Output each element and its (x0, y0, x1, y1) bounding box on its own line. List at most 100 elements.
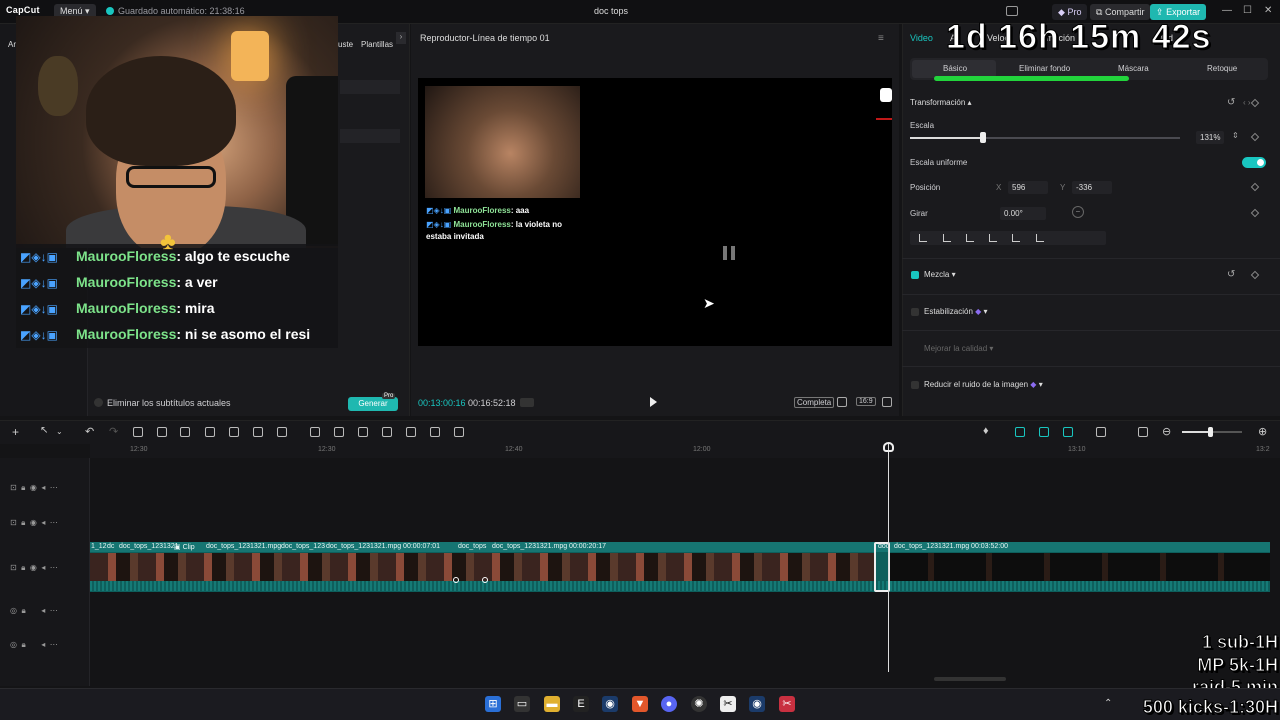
shield-icon[interactable] (229, 427, 239, 437)
subtab-mask[interactable]: Máscara (1118, 64, 1149, 73)
clip-label[interactable]: doc_tops_1231321 (119, 543, 179, 550)
more-icon[interactable]: ⋯ (50, 606, 58, 615)
select-tool-icon[interactable]: ↖ (40, 425, 48, 436)
align-bottom-icon[interactable] (1036, 234, 1044, 242)
lock-icon[interactable]: 🔒︎ (21, 640, 25, 649)
stepper-icon[interactable]: ⇕ (1232, 131, 1239, 140)
timeline-ruler[interactable] (90, 444, 1280, 458)
caption-track-icon[interactable] (1138, 427, 1148, 437)
clip-label[interactable]: dc (107, 543, 114, 550)
blend-checkbox[interactable] (911, 271, 919, 279)
windows-start-icon[interactable]: ⊞ (485, 696, 501, 712)
snipping-tool-icon[interactable]: ✂ (779, 696, 795, 712)
clip-label[interactable]: doc_tops_123 (281, 543, 325, 550)
scale-value[interactable]: 131% (1196, 131, 1225, 144)
transform-icon[interactable] (430, 427, 440, 437)
steam-2-icon[interactable]: ◉ (749, 696, 765, 712)
clip-label[interactable]: doc_tops_1231321.mpg 00:00:07:01 (326, 543, 440, 550)
brave-icon[interactable]: ▼ (632, 696, 648, 712)
collapse-panel-icon[interactable]: › (396, 32, 406, 44)
stabilize-title[interactable]: Estabilización ◆ ▾ (924, 307, 988, 316)
clip-label[interactable]: doc_tops (458, 543, 486, 550)
mirror-icon[interactable] (334, 427, 344, 437)
trim-right-icon[interactable] (180, 427, 190, 437)
layout-icon[interactable] (1006, 6, 1018, 16)
zoom-out-icon[interactable]: ⊖ (1162, 425, 1171, 438)
clip-label[interactable]: doc_tops_1231321.mpg 00:00:20:17 (492, 543, 606, 550)
tray-chevron-icon[interactable]: ⌃ (1104, 698, 1112, 709)
eye-icon[interactable]: ◉ (30, 518, 37, 527)
align-top-icon[interactable] (989, 234, 997, 242)
crop-icon[interactable] (253, 427, 263, 437)
ai-effect-icon[interactable] (358, 427, 368, 437)
aspect-ratio-button[interactable]: 16:9 (856, 397, 876, 406)
uniform-scale-toggle[interactable] (1242, 157, 1266, 168)
adjust-icon[interactable] (454, 427, 464, 437)
magic-icon[interactable] (382, 427, 392, 437)
zoom-slider-knob[interactable] (1208, 427, 1213, 437)
dropdown-2[interactable] (340, 129, 400, 143)
link-audio-icon[interactable] (1039, 427, 1049, 437)
delete-icon[interactable] (205, 427, 215, 437)
blend-title[interactable]: Mezcla ▾ (924, 270, 956, 279)
discord-icon[interactable]: ● (661, 696, 677, 712)
reduce-noise-checkbox[interactable] (911, 381, 919, 389)
zoom-in-icon[interactable]: ⊕ (1258, 425, 1267, 438)
freeze-icon[interactable] (310, 427, 320, 437)
track-controls[interactable]: ⊡ 🔒︎ ◉ ◂ ⋯ (10, 563, 58, 573)
track-controls[interactable]: ⊡ 🔒︎ ◉ ◂ ⋯ (10, 518, 58, 528)
transform-title[interactable]: Transformación ▴ (910, 98, 972, 107)
split-screen-icon[interactable] (1096, 427, 1106, 437)
scale-slider-knob[interactable] (979, 132, 986, 143)
curve-icon[interactable] (277, 427, 287, 437)
clip-label[interactable]: doc_tops_1231321.mpg 00:03:52:00 (894, 543, 1008, 550)
more-icon[interactable]: ⋯ (50, 518, 58, 527)
speaker-icon[interactable]: ◂ (41, 518, 45, 527)
tab-video[interactable]: Video (910, 33, 933, 43)
align-center-h-icon[interactable] (943, 234, 951, 242)
speaker-icon[interactable]: ◂ (41, 606, 45, 615)
align-left-icon[interactable] (919, 234, 927, 242)
track-controls[interactable]: ◎ 🔒︎ ◂ ⋯ (10, 640, 58, 650)
clip-label[interactable]: ▣ Clip (174, 543, 195, 551)
chevron-down-icon[interactable]: ⌄ (56, 427, 63, 436)
clip-label[interactable]: 1_12 (91, 543, 107, 550)
undo-icon[interactable]: ↶ (85, 425, 94, 438)
lock-icon[interactable]: 🔒︎ (21, 483, 25, 492)
timecode-toggle-icon[interactable] (520, 398, 534, 407)
subtab-basic[interactable]: Básico (943, 64, 967, 73)
more-icon[interactable]: ⋯ (50, 483, 58, 492)
more-icon[interactable]: ⋯ (50, 563, 58, 572)
playhead[interactable] (888, 444, 889, 672)
track-controls[interactable]: ◎ 🔒︎ ◂ ⋯ (10, 606, 58, 616)
remove-subtitles-checkbox[interactable]: Eliminar los subtítulos actuales (94, 398, 231, 408)
eye-icon[interactable]: ◉ (30, 563, 37, 572)
capcut-icon[interactable]: ✂ (720, 696, 736, 712)
stabilize-checkbox[interactable] (911, 308, 919, 316)
rotate-dial-icon[interactable]: – (1072, 206, 1084, 218)
caption-icon[interactable] (406, 427, 416, 437)
generate-button[interactable]: Generar (348, 397, 398, 411)
chatgpt-icon[interactable]: ✺ (691, 696, 707, 712)
preview-axis-icon[interactable] (1063, 427, 1073, 437)
terminal-icon[interactable]: ▭ (514, 696, 530, 712)
pos-y-input[interactable]: -336 (1072, 181, 1112, 194)
trim-left-icon[interactable] (157, 427, 167, 437)
align-center-v-icon[interactable] (1012, 234, 1020, 242)
speaker-icon[interactable]: ◂ (41, 483, 45, 492)
minimize-icon[interactable]: — (1222, 5, 1232, 16)
more-icon[interactable]: ⋯ (50, 640, 58, 649)
transition-handle[interactable] (453, 577, 459, 583)
lock-icon[interactable]: 🔒︎ (21, 518, 25, 527)
subtab-remove-bg[interactable]: Eliminar fondo (1019, 64, 1070, 73)
pos-x-input[interactable]: 596 (1008, 181, 1048, 194)
lock-icon[interactable]: 🔒︎ (21, 563, 25, 572)
rotate-input[interactable]: 0.00° (1000, 207, 1046, 220)
fullscreen-icon[interactable] (882, 397, 892, 407)
snapshot-icon[interactable] (837, 397, 847, 407)
transition-handle[interactable] (482, 577, 488, 583)
speaker-icon[interactable]: ◂ (41, 640, 45, 649)
eye-icon[interactable]: ◉ (30, 483, 37, 492)
split-icon[interactable] (133, 427, 143, 437)
redo-icon[interactable]: ↷ (109, 425, 118, 438)
